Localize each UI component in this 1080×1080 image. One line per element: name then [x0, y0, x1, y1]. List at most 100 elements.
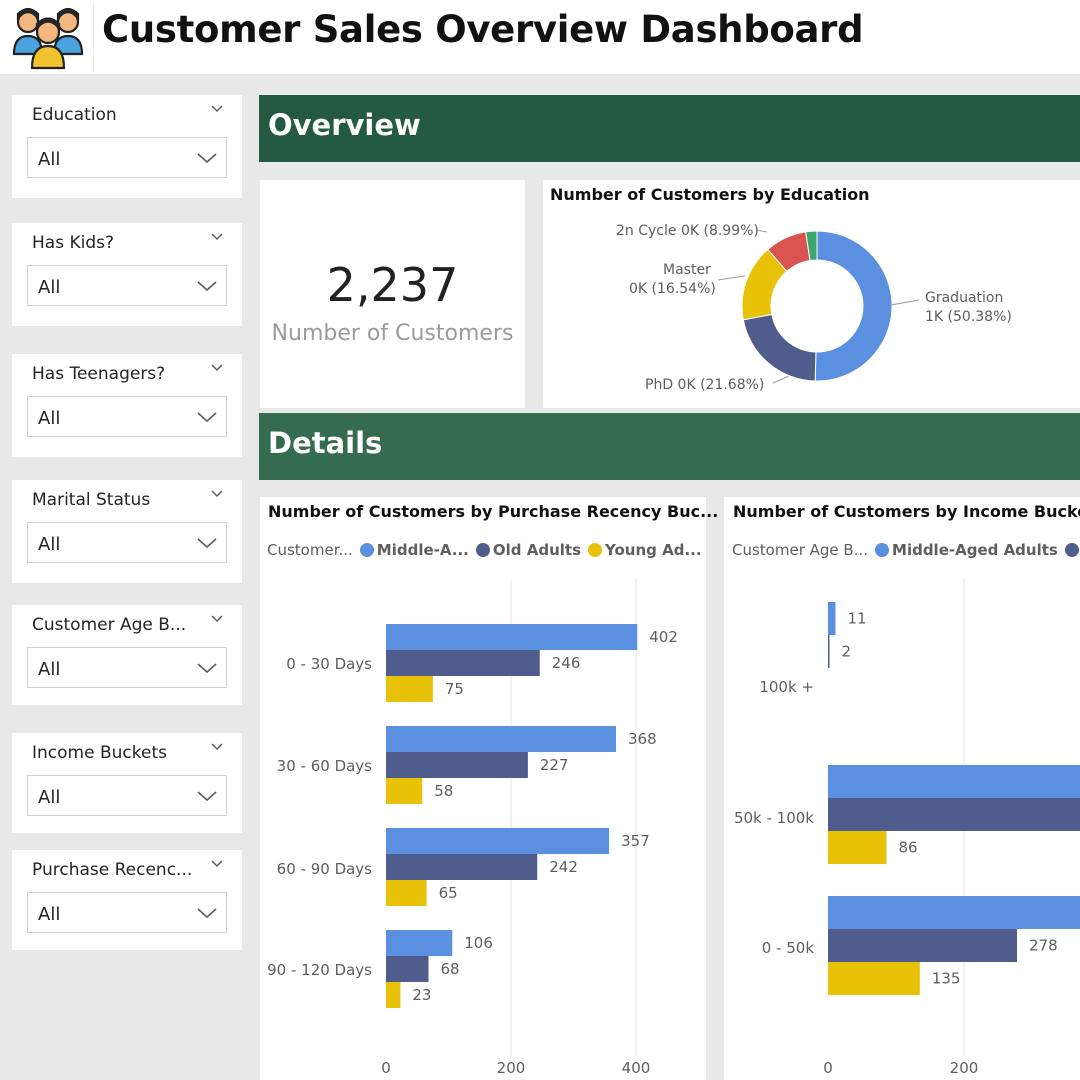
people-group-icon	[2, 2, 94, 72]
data-label: 23	[412, 986, 431, 1004]
slicer-label: Purchase Recenc...	[32, 860, 193, 880]
category-label: 0 - 50k	[762, 939, 815, 957]
slicer-value: All	[38, 277, 61, 298]
slicer-label: Customer Age B...	[32, 615, 187, 635]
data-label: 106	[464, 934, 493, 952]
data-label: 58	[434, 782, 453, 800]
slicer-card: Has Kids? All	[12, 223, 242, 326]
data-label: 357	[621, 832, 650, 850]
data-label: 75	[445, 680, 464, 698]
chevron-down-icon	[197, 908, 217, 919]
data-label: 278	[1029, 937, 1058, 955]
bar	[386, 676, 433, 702]
category-label: 60 - 90 Days	[277, 860, 373, 878]
donut-label-master-2: 0K (16.54%)	[629, 281, 716, 297]
x-tick-label: 200	[950, 1059, 979, 1077]
leader-line-master	[717, 275, 746, 281]
slicer-card: Customer Age B... All	[12, 605, 242, 705]
chevron-down-icon	[197, 791, 217, 802]
slicer-card: Purchase Recenc... All	[12, 850, 242, 950]
slicer-value: All	[38, 149, 61, 170]
donut-label-graduation-2: 1K (50.38%)	[925, 309, 1012, 325]
slicer-card: Income Buckets All	[12, 733, 242, 833]
slicer-dropdown[interactable]: All	[27, 265, 227, 306]
details-heading: Details	[268, 426, 383, 460]
slicer-label: Marital Status	[32, 490, 151, 510]
page-title: Customer Sales Overview Dashboard	[102, 8, 864, 51]
header-bar: Customer Sales Overview Dashboard	[0, 0, 1080, 74]
data-label: 368	[628, 730, 657, 748]
category-label: 100k +	[759, 678, 814, 696]
chevron-down-icon	[197, 538, 217, 549]
leader-line-phd	[772, 375, 790, 384]
bar	[828, 798, 1080, 831]
data-label: 65	[439, 884, 458, 902]
bar	[386, 650, 540, 676]
data-label: 242	[549, 858, 578, 876]
category-label: 0 - 30 Days	[286, 655, 372, 673]
x-tick-label: 0	[823, 1059, 833, 1077]
bar	[828, 962, 920, 995]
bar	[386, 982, 401, 1008]
chevron-down-icon[interactable]	[210, 739, 224, 753]
chevron-down-icon[interactable]	[210, 360, 224, 374]
slicer-dropdown[interactable]: All	[27, 647, 227, 688]
kpi-label: Number of Customers	[271, 321, 514, 346]
slicer-dropdown[interactable]: All	[27, 137, 227, 178]
donut-label-2n-cycle: 2n Cycle 0K (8.99%)	[616, 223, 759, 239]
slicer-label: Education	[32, 105, 117, 125]
data-label: 11	[847, 610, 866, 628]
x-tick-label: 200	[497, 1059, 526, 1077]
education-donut-chart: 2n Cycle 0K (8.99%) Master 0K (16.54%) P…	[616, 223, 1012, 393]
chevron-down-icon[interactable]	[210, 229, 224, 243]
details-section-banner: Details	[259, 413, 1080, 480]
x-tick-label: 400	[622, 1059, 651, 1077]
chevron-down-icon[interactable]	[210, 486, 224, 500]
slicer-dropdown[interactable]: All	[27, 892, 227, 933]
kpi-value: 2,237	[326, 258, 459, 312]
chevron-down-icon[interactable]	[210, 856, 224, 870]
data-label: 246	[552, 654, 581, 672]
x-tick-label: 0	[381, 1059, 391, 1077]
slicer-card: Education All	[12, 95, 242, 198]
bar	[828, 602, 836, 635]
slicer-dropdown[interactable]: All	[27, 396, 227, 437]
bar	[386, 726, 616, 752]
leader-line-graduation	[890, 299, 920, 306]
slicer-label: Income Buckets	[32, 743, 167, 763]
kpi-card: 2,237 Number of Customers	[260, 180, 525, 408]
income-bar-chart-card: Number of Customers by Income Bucket Cus…	[724, 497, 1080, 1080]
bar	[828, 929, 1018, 962]
slicer-card: Has Teenagers? All	[12, 354, 242, 457]
slicer-dropdown[interactable]: All	[27, 522, 227, 563]
chevron-down-icon	[197, 412, 217, 423]
slicer-dropdown[interactable]: All	[27, 775, 227, 816]
slicer-value: All	[38, 904, 61, 925]
data-label: 2	[842, 643, 852, 661]
bar	[386, 854, 538, 880]
slicer-label: Has Teenagers?	[32, 364, 166, 384]
bar	[828, 831, 887, 864]
bar	[828, 635, 830, 668]
category-label: 90 - 120 Days	[267, 961, 372, 979]
chevron-down-icon[interactable]	[210, 101, 224, 115]
chevron-down-icon	[197, 153, 217, 164]
bar	[386, 778, 423, 804]
recency-bar-chart-card: Number of Customers by Purchase Recency …	[260, 497, 718, 1080]
category-label: 50k - 100k	[734, 809, 814, 827]
slicer-label: Has Kids?	[32, 233, 115, 253]
bar	[386, 752, 528, 778]
chevron-down-icon[interactable]	[210, 611, 224, 625]
bar	[386, 880, 427, 906]
donut-label-phd: PhD 0K (21.68%)	[645, 377, 764, 393]
overview-heading: Overview	[268, 108, 421, 142]
data-label: 402	[649, 628, 678, 646]
bar	[386, 624, 638, 650]
slicer-value: All	[38, 408, 61, 429]
bar	[828, 765, 1080, 798]
donut-label-master-1: Master	[663, 262, 711, 278]
bar	[386, 956, 429, 982]
chevron-down-icon	[197, 281, 217, 292]
donut-label-graduation-1: Graduation	[925, 290, 1003, 306]
slicer-value: All	[38, 659, 61, 680]
